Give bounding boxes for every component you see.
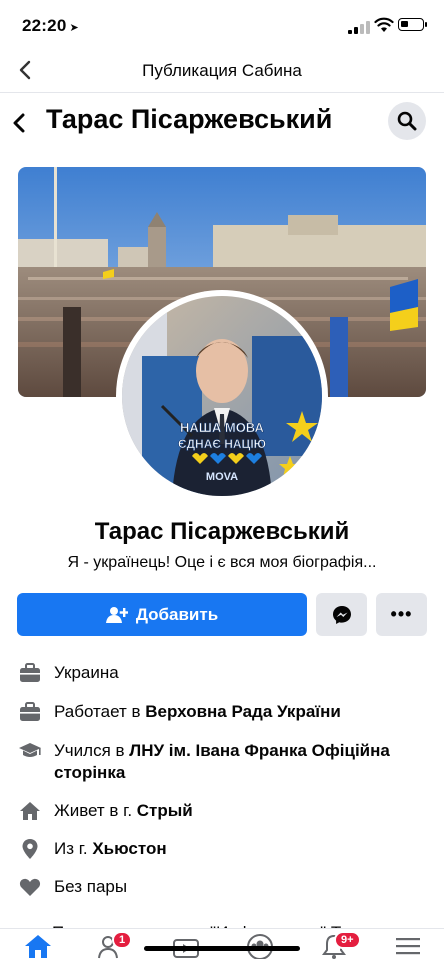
post-nav-title: Публикация Сабина: [142, 61, 302, 80]
intro-text: Учился в ЛНУ ім. Івана Франка Офіційна с…: [54, 741, 390, 782]
briefcase-icon: [18, 701, 42, 723]
profile-header-title: Тарас Пісаржевський: [46, 104, 333, 134]
tab-menu[interactable]: [388, 933, 428, 960]
avatar-caption-line2: ЄДНАЄ НАЦІЮ: [178, 437, 266, 451]
intro-item-from[interactable]: Из г. Хьюстон: [18, 838, 428, 860]
graduation-cap-icon: [18, 740, 42, 762]
add-friend-label: Добавить: [135, 604, 219, 624]
cellular-signal-icon: [348, 20, 370, 34]
status-time: 22:20 ➤: [22, 16, 79, 35]
profile-header: Тарас Пісаржевський: [0, 94, 444, 154]
intro-text: Украина: [54, 663, 119, 682]
add-friend-icon: [105, 606, 128, 623]
messenger-icon: [332, 605, 351, 624]
workplace-link[interactable]: Верховна Рада України: [145, 702, 341, 721]
home-tab-icon: [25, 935, 51, 958]
intro-text: Без пары: [54, 877, 128, 896]
intro-item-country[interactable]: Украина: [18, 662, 428, 684]
bottom-tab-bar: 1 9+: [0, 928, 444, 960]
add-friend-button[interactable]: Добавить: [17, 593, 307, 636]
tab-notifications[interactable]: 9+: [314, 931, 361, 960]
intro-item-relationship[interactable]: Без пары: [18, 876, 428, 898]
profile-avatar[interactable]: НАША МОВА ЄДНАЄ НАЦІЮ MOVA: [116, 290, 328, 502]
status-bar: 22:20 ➤: [0, 0, 444, 50]
intro-text: Живет в г. Стрый: [54, 801, 193, 820]
tab-friends[interactable]: 1: [92, 931, 133, 960]
intro-item-education[interactable]: Учился в ЛНУ ім. Івана Франка Офіційна с…: [18, 740, 428, 784]
current-city-link[interactable]: Стрый: [137, 801, 193, 820]
search-icon: [397, 111, 417, 131]
briefcase-icon: [18, 662, 42, 684]
location-pin-icon: [18, 838, 42, 860]
avatar-caption-line3: MOVA: [206, 471, 238, 483]
location-arrow-icon: ➤: [69, 22, 79, 34]
tab-home[interactable]: [18, 933, 58, 960]
profile-name: Тарас Пісаржевський: [94, 518, 350, 545]
friends-badge: 1: [112, 931, 133, 949]
hamburger-menu-icon: [396, 938, 420, 955]
intro-text: Работает в Верховна Рада України: [54, 702, 341, 721]
intro-text: Из г. Хьюстон: [54, 839, 167, 858]
intro-item-work[interactable]: Работает в Верховна Рада України: [18, 701, 428, 723]
wifi-icon: [374, 17, 394, 32]
profile-back-icon[interactable]: [8, 108, 32, 138]
message-button[interactable]: [316, 593, 367, 636]
notifications-badge: 9+: [334, 931, 361, 949]
battery-icon: [398, 18, 427, 31]
home-indicator[interactable]: [144, 946, 300, 951]
divider: [0, 92, 444, 93]
post-nav-bar: Публикация Сабина: [0, 50, 444, 92]
profile-bio: Я - українець! Оце і є вся моя біографія…: [67, 554, 377, 571]
home-icon: [18, 800, 42, 822]
search-button[interactable]: [388, 102, 426, 140]
hometown-link[interactable]: Хьюстон: [92, 839, 166, 858]
intro-item-lives-in[interactable]: Живет в г. Стрый: [18, 800, 428, 822]
more-dots-icon: •••: [390, 604, 413, 624]
heart-icon: [18, 876, 42, 898]
avatar-caption-line1: НАША МОВА: [180, 420, 265, 435]
more-options-button[interactable]: •••: [376, 593, 427, 636]
